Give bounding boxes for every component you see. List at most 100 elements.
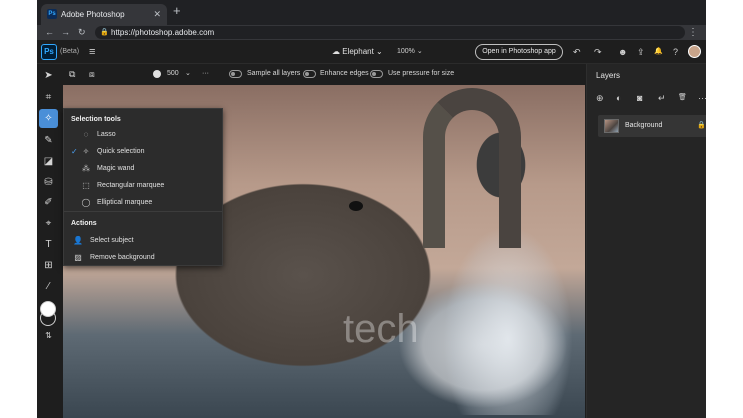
transform-tool[interactable]: ⌗ bbox=[39, 88, 58, 107]
water-splash bbox=[443, 225, 573, 415]
select-subject-option[interactable]: 👤 Select subject bbox=[64, 233, 222, 249]
checkmark-icon: ✓ bbox=[71, 147, 78, 156]
quick-selection-option[interactable]: ✓ ✧ Quick selection bbox=[64, 144, 222, 160]
paint-bucket-tool[interactable]: ⛁ bbox=[39, 173, 58, 192]
move-tool[interactable]: ➤ bbox=[39, 66, 58, 85]
adjustment-icon[interactable]: ◐ bbox=[616, 93, 621, 103]
redo-icon[interactable]: ↷ bbox=[594, 40, 602, 64]
remove-background-label: Remove background bbox=[90, 254, 155, 261]
rectangular-marquee-option[interactable]: ⬚ Rectangular marquee bbox=[64, 178, 222, 194]
new-tab-icon[interactable]: + bbox=[173, 3, 181, 18]
sample-all-layers-label: Sample all layers bbox=[247, 70, 301, 77]
layer-thumbnail bbox=[604, 119, 619, 133]
magic-wand-icon: ⁂ bbox=[82, 164, 90, 173]
remove-background-option[interactable]: ▨ Remove background bbox=[64, 250, 222, 266]
actions-heading: Actions bbox=[71, 220, 97, 227]
reload-icon[interactable]: ↻ bbox=[78, 25, 86, 40]
tab-title: Adobe Photoshop bbox=[61, 10, 125, 19]
more-options-icon[interactable]: ··· bbox=[202, 64, 209, 84]
magic-wand-label: Magic wand bbox=[97, 165, 135, 172]
photoshop-logo[interactable]: Ps bbox=[41, 44, 57, 60]
browser-tab[interactable]: Ps Adobe Photoshop ✕ bbox=[41, 4, 167, 25]
magic-wand-option[interactable]: ⁂ Magic wand bbox=[64, 161, 222, 177]
use-pressure-label: Use pressure for size bbox=[388, 70, 455, 77]
zoom-dropdown[interactable]: 100% ⌄ bbox=[397, 40, 423, 64]
lasso-label: Lasso bbox=[97, 131, 116, 138]
browser-window: Ps Adobe Photoshop ✕ + ← → ↻ 🔒 https://p… bbox=[37, 0, 706, 418]
lock-icon: 🔒 bbox=[100, 29, 109, 36]
layer-name: Background bbox=[625, 122, 663, 129]
lock-icon[interactable]: 🔒 bbox=[697, 115, 706, 137]
layers-panel: Layers ⊕ ◐ ◙ ↵ 🗑 ··· Background 🔒 bbox=[586, 64, 706, 418]
clip-icon[interactable]: ↵ bbox=[658, 93, 666, 104]
popover-divider bbox=[64, 211, 222, 212]
sample-all-layers-toggle[interactable] bbox=[229, 70, 242, 78]
selection-tools-popover: Selection tools ◌ Lasso ✓ ✧ Quick select… bbox=[63, 108, 223, 266]
brush-size-chevron-icon[interactable]: ⌄ bbox=[185, 64, 191, 84]
document-name[interactable]: ☁ Elephant ⌄ bbox=[332, 40, 383, 64]
accessibility-icon[interactable]: ☻ bbox=[618, 40, 627, 64]
elephant-eye bbox=[349, 201, 363, 211]
document-title: Elephant bbox=[342, 47, 374, 56]
layer-item[interactable]: Background 🔒 bbox=[598, 115, 706, 137]
watermark-text: tech bbox=[343, 307, 419, 351]
undo-icon[interactable]: ↶ bbox=[573, 40, 581, 64]
elephant-trunk bbox=[423, 88, 521, 248]
select-subject-icon: 👤 bbox=[73, 236, 83, 245]
quick-selection-label: Quick selection bbox=[97, 148, 145, 155]
app-header: Ps (Beta) ≡ ☁ Elephant ⌄ 100% ⌄ Open in … bbox=[37, 40, 706, 64]
browser-menu-icon[interactable]: ⋮ bbox=[688, 25, 698, 40]
forward-icon[interactable]: → bbox=[61, 25, 70, 40]
close-tab-icon[interactable]: ✕ bbox=[153, 4, 161, 25]
more-options-icon[interactable]: ··· bbox=[698, 93, 706, 103]
lasso-icon: ◌ bbox=[83, 130, 89, 139]
elliptical-marquee-icon: ◯ bbox=[81, 198, 91, 207]
quick-selection-tool[interactable]: ✧ bbox=[39, 109, 58, 128]
back-icon[interactable]: ← bbox=[45, 25, 54, 40]
type-tool[interactable]: T bbox=[39, 235, 58, 254]
add-layer-icon[interactable]: ⊕ bbox=[596, 93, 604, 104]
elliptical-marquee-option[interactable]: ◯ Elliptical marquee bbox=[64, 195, 222, 211]
subtract-selection-icon[interactable]: ⧈ bbox=[89, 64, 95, 84]
zoom-value: 100% bbox=[397, 48, 415, 55]
brush-size-value[interactable]: 500 bbox=[167, 64, 179, 84]
photoshop-favicon-icon: Ps bbox=[47, 9, 57, 19]
tool-options-bar: ⧉ ⧈ 500 ⌄ ··· Sample all layers Enhance … bbox=[63, 64, 581, 84]
help-icon[interactable]: ? bbox=[673, 40, 678, 64]
select-subject-label: Select subject bbox=[90, 237, 134, 244]
quick-selection-icon: ✧ bbox=[82, 147, 90, 156]
address-bar[interactable]: 🔒 https://photoshop.adobe.com bbox=[95, 26, 685, 39]
browser-toolbar: ← → ↻ 🔒 https://photoshop.adobe.com ⋮ bbox=[37, 25, 706, 40]
use-pressure-toggle[interactable] bbox=[370, 70, 383, 78]
spot-healing-tool[interactable]: ✐ bbox=[39, 193, 58, 212]
open-in-app-button[interactable]: Open in Photoshop app bbox=[475, 44, 563, 60]
rectangular-marquee-label: Rectangular marquee bbox=[97, 182, 165, 189]
share-icon[interactable]: ⇪ bbox=[637, 40, 645, 64]
swap-colors-icon[interactable]: ⇅ bbox=[39, 326, 58, 345]
enhance-edges-toggle[interactable] bbox=[303, 70, 316, 78]
brush-tool[interactable]: ✎ bbox=[39, 131, 58, 150]
eraser-tool[interactable]: ◪ bbox=[39, 152, 58, 171]
browser-tab-bar: Ps Adobe Photoshop ✕ + bbox=[37, 0, 706, 25]
rectangular-marquee-icon: ⬚ bbox=[82, 181, 90, 190]
tool-bar: ➤ ⌗ ✧ ✎ ◪ ⛁ ✐ ⌖ T ⊞ ⁄ ⇅ bbox=[37, 64, 60, 418]
add-to-selection-icon[interactable]: ⧉ bbox=[69, 64, 75, 84]
beta-label: (Beta) bbox=[60, 48, 80, 55]
selection-tools-heading: Selection tools bbox=[71, 116, 121, 123]
delete-layer-icon[interactable]: 🗑 bbox=[678, 93, 687, 101]
foreground-color-swatch[interactable] bbox=[40, 301, 56, 317]
elliptical-marquee-label: Elliptical marquee bbox=[97, 199, 153, 206]
crop-tool[interactable]: ⌖ bbox=[39, 214, 58, 233]
eyedropper-tool[interactable]: ⁄ bbox=[39, 277, 58, 296]
lasso-option[interactable]: ◌ Lasso bbox=[64, 127, 222, 143]
brush-preview-icon[interactable] bbox=[153, 70, 161, 78]
avatar[interactable] bbox=[688, 45, 701, 58]
url-text: https://photoshop.adobe.com bbox=[111, 28, 215, 37]
notifications-icon[interactable]: 🔔 bbox=[654, 40, 663, 64]
layers-panel-title: Layers bbox=[596, 71, 621, 80]
hamburger-menu-icon[interactable]: ≡ bbox=[89, 40, 95, 64]
enhance-edges-label: Enhance edges bbox=[320, 70, 369, 77]
remove-background-icon: ▨ bbox=[74, 253, 82, 262]
mask-icon[interactable]: ◙ bbox=[637, 93, 642, 103]
place-image-tool[interactable]: ⊞ bbox=[39, 256, 58, 275]
